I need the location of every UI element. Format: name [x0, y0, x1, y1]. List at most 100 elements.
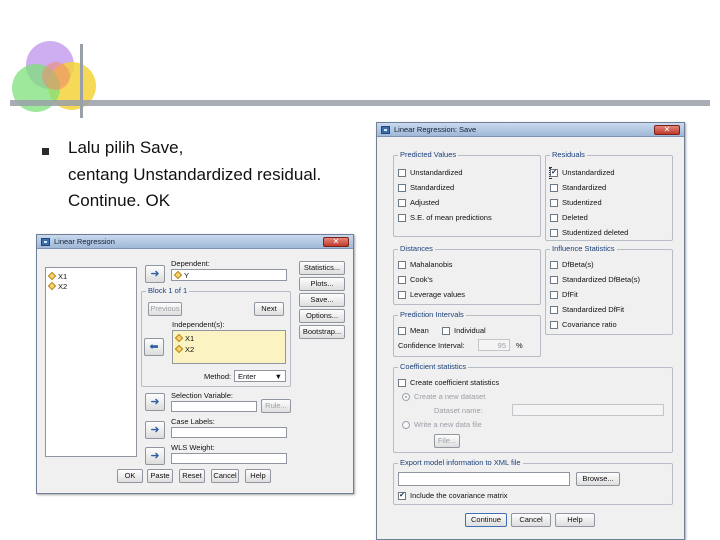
- bootstrap-button[interactable]: Bootstrap...: [299, 325, 345, 339]
- options-button[interactable]: Options...: [299, 309, 345, 323]
- move-selection-button[interactable]: ➜: [145, 393, 165, 411]
- cancel-button[interactable]: Cancel: [211, 469, 239, 483]
- instruction-line-1: Lalu pilih Save,: [68, 138, 184, 157]
- checkbox-icon: [550, 184, 558, 192]
- browse-button[interactable]: Browse...: [576, 472, 620, 486]
- selection-variable-label: Selection Variable:: [171, 391, 233, 400]
- list-item[interactable]: X2: [174, 344, 194, 354]
- dependent-label: Dependent:: [171, 259, 210, 268]
- slide-decoration: [10, 41, 710, 118]
- scale-variable-icon: [174, 344, 184, 354]
- move-case-labels-button[interactable]: ➜: [145, 421, 165, 439]
- wls-weight-label: WLS Weight:: [171, 443, 215, 452]
- checkbox-icon: [550, 321, 558, 329]
- influence-statistics-group: Influence Statistics DfBeta(s) Standardi…: [545, 244, 673, 335]
- close-button[interactable]: ✕: [654, 125, 680, 135]
- scale-variable-icon: [174, 333, 184, 343]
- list-item[interactable]: X2: [47, 281, 67, 291]
- checkbox-icon: [398, 327, 406, 335]
- instruction-line-2: centang Unstandardized residual.: [68, 165, 322, 184]
- checkbox-icon: [550, 261, 558, 269]
- predicted-values-label: Predicted Values: [398, 150, 459, 159]
- arrow-right-icon: ➜: [150, 424, 160, 436]
- title-bar: Linear Regression ✕: [37, 235, 353, 249]
- block-group: Block 1 of 1 Previous Next Independent(s…: [141, 286, 291, 387]
- confidence-interval-field[interactable]: 95: [478, 339, 510, 351]
- wls-weight-field[interactable]: [171, 453, 287, 464]
- move-dependent-button[interactable]: ➜: [145, 265, 165, 283]
- checkbox-icon: [398, 169, 406, 177]
- case-labels-label: Case Labels:: [171, 417, 215, 426]
- previous-button[interactable]: Previous: [148, 302, 182, 316]
- help-button[interactable]: Help: [245, 469, 271, 483]
- radio-icon: [402, 393, 410, 401]
- checkbox-icon: [550, 306, 558, 314]
- case-labels-field[interactable]: [171, 427, 287, 438]
- list-item[interactable]: X1: [47, 271, 67, 281]
- continue-button[interactable]: Continue: [465, 513, 507, 527]
- checkbox-icon: [398, 291, 406, 299]
- dependent-field[interactable]: Y: [171, 269, 287, 281]
- residuals-label: Residuals: [550, 150, 587, 159]
- paste-button[interactable]: Paste: [147, 469, 173, 483]
- checkbox-icon: [550, 276, 558, 284]
- influence-statistics-label: Influence Statistics: [550, 244, 617, 253]
- help-button[interactable]: Help: [555, 513, 595, 527]
- reset-button[interactable]: Reset: [179, 469, 205, 483]
- prediction-intervals-group: Prediction Intervals Mean Individual Con…: [393, 310, 541, 357]
- coefficient-statistics-label: Coefficient statistics: [398, 362, 469, 371]
- method-value: Enter: [238, 372, 256, 381]
- distances-group: Distances Mahalanobis Cook's Leverage va…: [393, 244, 541, 305]
- block-label: Block 1 of 1: [146, 286, 190, 295]
- app-icon: [381, 126, 390, 134]
- checkbox-icon: [398, 184, 406, 192]
- next-button[interactable]: Next: [254, 302, 284, 316]
- ok-button[interactable]: OK: [117, 469, 143, 483]
- list-item[interactable]: X1: [174, 333, 194, 343]
- close-button[interactable]: ✕: [323, 237, 349, 247]
- scale-variable-icon: [173, 270, 183, 280]
- checkbox-icon: [398, 261, 406, 269]
- arrow-left-icon: ⬅: [149, 341, 159, 353]
- checkbox-icon: [550, 229, 558, 237]
- save-dialog: Linear Regression: Save ✕ Predicted Valu…: [376, 122, 685, 540]
- checkbox-icon: [398, 214, 406, 222]
- close-icon: ✕: [332, 237, 340, 246]
- prediction-intervals-label: Prediction Intervals: [398, 310, 466, 319]
- dependent-value: Y: [184, 271, 190, 280]
- checkbox-icon: [398, 199, 406, 207]
- scale-variable-icon: [47, 271, 57, 281]
- cancel-button[interactable]: Cancel: [511, 513, 551, 527]
- close-icon: ✕: [663, 125, 671, 134]
- arrow-right-icon: ➜: [150, 450, 160, 462]
- linear-regression-dialog: Linear Regression ✕ X1 X2 ➜ Dependent: Y…: [36, 234, 354, 494]
- variable-list[interactable]: X1 X2: [45, 267, 137, 457]
- move-independent-button[interactable]: ⬅: [144, 338, 164, 356]
- predicted-values-group: Predicted Values Unstandardized Standard…: [393, 150, 541, 237]
- plots-button[interactable]: Plots...: [299, 277, 345, 291]
- independent-label: Independent(s):: [172, 320, 225, 329]
- rule-button[interactable]: Rule...: [261, 399, 291, 413]
- method-label: Method:: [204, 372, 232, 381]
- checkmark-icon: ✔: [398, 492, 406, 500]
- selection-variable-field[interactable]: [171, 401, 257, 412]
- method-select[interactable]: Enter ▼: [234, 370, 286, 382]
- instruction-line-3: Continue. OK: [68, 191, 171, 210]
- move-wls-button[interactable]: ➜: [145, 447, 165, 465]
- confidence-interval-label: Confidence Interval:: [398, 341, 465, 350]
- arrow-right-icon: ➜: [150, 396, 160, 408]
- checkbox-icon: [398, 379, 406, 387]
- chevron-down-icon: ▼: [274, 372, 282, 381]
- dataset-name-field[interactable]: [512, 404, 664, 416]
- export-label: Export model information to XML file: [398, 458, 523, 467]
- checkbox-icon: [442, 327, 450, 335]
- statistics-button[interactable]: Statistics...: [299, 261, 345, 275]
- independent-list[interactable]: X1 X2: [172, 330, 286, 364]
- dataset-name-label: Dataset name:: [434, 406, 483, 415]
- xml-file-field[interactable]: [398, 472, 570, 486]
- bullet-marker: [42, 148, 49, 155]
- file-button[interactable]: File...: [434, 434, 460, 448]
- app-icon: [41, 238, 50, 246]
- export-group: Export model information to XML file Bro…: [393, 458, 673, 505]
- save-button[interactable]: Save...: [299, 293, 345, 307]
